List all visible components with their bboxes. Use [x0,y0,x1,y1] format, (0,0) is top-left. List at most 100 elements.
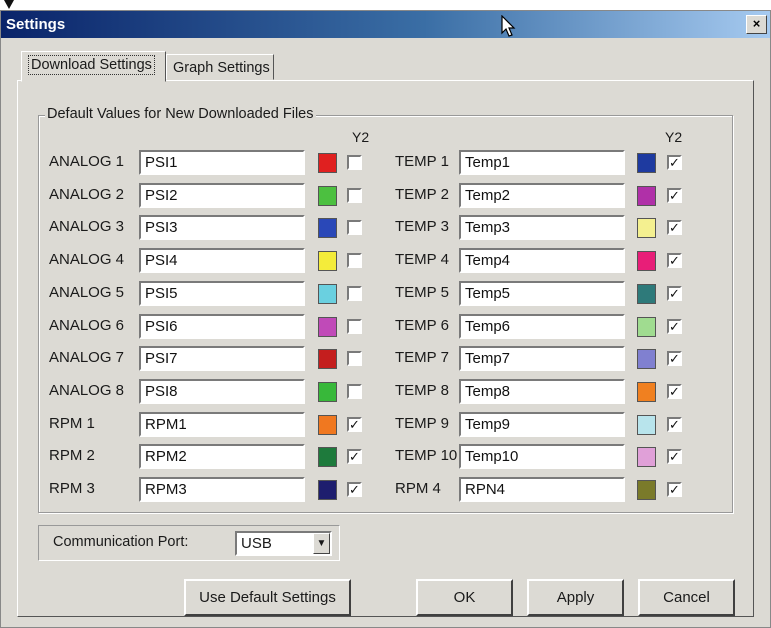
channel-name-input[interactable]: Temp5 [459,280,625,306]
channel-name-input[interactable]: PSI7 [139,346,305,372]
y2-checkbox[interactable]: ✓ [667,482,682,497]
y2-checkbox[interactable] [347,220,362,236]
channel-name-input[interactable]: PSI8 [139,378,305,404]
channel-name-input[interactable]: Temp7 [459,346,625,372]
y2-checkbox[interactable] [347,351,362,367]
color-swatch-button[interactable] [637,349,656,370]
chevron-down-icon[interactable]: ▼ [313,533,330,554]
channel-name-input[interactable]: PSI4 [139,248,305,274]
y2-header-right: Y2 [665,129,683,145]
communication-port-group: Communication Port: USB ▼ [38,525,340,561]
channel-name-input[interactable]: Temp4 [459,248,625,274]
tab-download-settings[interactable]: Download Settings [21,51,166,82]
color-swatch-button[interactable] [637,381,656,402]
y2-checkbox[interactable]: ✓ [667,351,682,367]
apply-button[interactable]: Apply [527,579,624,616]
cancel-button[interactable]: Cancel [638,579,735,616]
channel-name-input[interactable]: Temp6 [459,313,625,339]
channel-name-input[interactable]: PSI3 [139,215,305,241]
color-swatch-button[interactable] [637,316,656,337]
channel-name-input[interactable]: Temp2 [459,182,625,208]
port-select[interactable]: USB ▼ [235,531,332,556]
ok-button[interactable]: OK [416,579,513,616]
channel-label: ANALOG 3 [49,218,125,236]
color-swatch-button[interactable] [637,447,656,468]
channel-name-input[interactable]: Temp1 [459,150,625,175]
color-swatch-button[interactable] [637,480,656,500]
channel-name-input[interactable]: Temp8 [459,378,625,404]
channel-label: TEMP 8 [395,381,449,399]
color-swatch-button[interactable] [318,414,337,435]
y2-checkbox[interactable] [347,187,362,203]
color-swatch-button[interactable] [637,185,656,206]
y2-checkbox[interactable]: ✓ [667,449,682,465]
settings-dialog: Settings × Download Settings Graph Setti… [0,10,771,628]
color-swatch-button[interactable] [318,185,337,206]
pointer-arrow-icon [4,0,14,9]
channel-label: TEMP 5 [395,283,449,301]
download-settings-panel: Default Values for New Downloaded Files … [17,80,754,617]
y2-checkbox[interactable] [347,285,362,301]
channel-name-input[interactable]: Temp9 [459,411,625,437]
channel-name-input[interactable]: PSI1 [139,150,305,175]
close-button[interactable]: × [746,15,767,34]
y2-checkbox[interactable]: ✓ [667,187,682,203]
channel-label: TEMP 6 [395,316,449,334]
channel-name-input[interactable]: PSI5 [139,280,305,306]
channel-label: TEMP 7 [395,349,449,367]
channel-label: TEMP 10 [395,447,458,465]
use-default-settings-button[interactable]: Use Default Settings [184,579,351,616]
channel-label: RPM 4 [395,480,441,497]
y2-checkbox[interactable]: ✓ [667,416,682,432]
color-swatch-button[interactable] [637,283,656,304]
y2-header-left: Y2 [352,129,370,145]
color-swatch-button[interactable] [318,316,337,337]
channel-name-input[interactable]: RPM2 [139,444,305,470]
port-label: Communication Port: [53,534,189,550]
y2-checkbox[interactable]: ✓ [667,220,682,236]
color-swatch-button[interactable] [637,218,656,239]
channel-name-input[interactable]: Temp10 [459,444,625,470]
title-bar[interactable]: Settings × [1,11,770,38]
channel-label: ANALOG 2 [49,185,125,203]
y2-checkbox[interactable] [347,155,362,170]
channel-label: ANALOG 6 [49,316,125,334]
y2-checkbox[interactable] [347,318,362,334]
port-select-value: USB [241,535,272,552]
color-swatch-button[interactable] [318,283,337,304]
channel-name-input[interactable]: RPM1 [139,411,305,437]
color-swatch-button[interactable] [637,251,656,272]
channel-label: TEMP 4 [395,251,449,269]
y2-checkbox[interactable] [347,253,362,269]
color-swatch-button[interactable] [318,153,337,173]
color-swatch-button[interactable] [318,251,337,272]
y2-checkbox[interactable] [347,383,362,399]
color-swatch-button[interactable] [318,381,337,402]
y2-checkbox[interactable]: ✓ [667,318,682,334]
channel-name-input[interactable]: PSI2 [139,182,305,208]
y2-checkbox[interactable]: ✓ [347,416,362,432]
channel-label: ANALOG 8 [49,381,125,399]
y2-checkbox[interactable]: ✓ [667,383,682,399]
y2-checkbox[interactable]: ✓ [667,253,682,269]
tab-graph-settings[interactable]: Graph Settings [166,54,274,80]
channel-label: ANALOG 7 [49,349,125,367]
channel-name-input[interactable]: RPM3 [139,477,305,502]
channel-label: TEMP 2 [395,185,449,203]
color-swatch-button[interactable] [637,153,656,173]
channel-label: ANALOG 1 [49,153,125,170]
color-swatch-button[interactable] [318,349,337,370]
y2-checkbox[interactable]: ✓ [667,285,682,301]
color-swatch-button[interactable] [318,447,337,468]
channel-name-input[interactable]: RPN4 [459,477,625,502]
color-swatch-button[interactable] [318,218,337,239]
channel-name-input[interactable]: PSI6 [139,313,305,339]
default-values-group: Default Values for New Downloaded Files … [38,106,733,513]
y2-checkbox[interactable]: ✓ [667,155,682,170]
color-swatch-button[interactable] [318,480,337,500]
color-swatch-button[interactable] [637,414,656,435]
channel-label: ANALOG 5 [49,283,125,301]
y2-checkbox[interactable]: ✓ [347,449,362,465]
channel-name-input[interactable]: Temp3 [459,215,625,241]
y2-checkbox[interactable]: ✓ [347,482,362,497]
